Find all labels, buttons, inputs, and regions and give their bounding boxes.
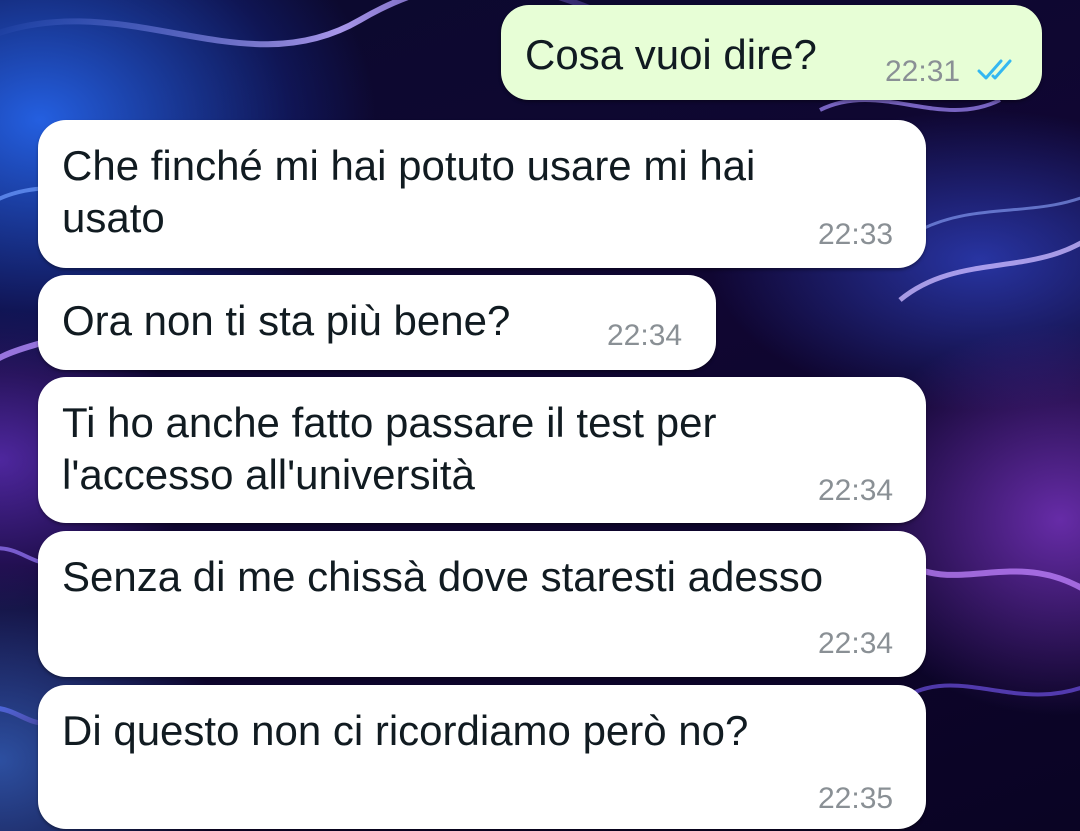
message-text: Cosa vuoi dire? [525,31,817,78]
message-bubble-incoming[interactable]: Che finché mi hai potuto usare mi hai us… [38,120,926,268]
message-timestamp: 22:35 [818,782,894,815]
message-timestamp: 22:34 [818,627,894,660]
message-bubble-outgoing[interactable]: Cosa vuoi dire? 22:31 [501,5,1042,100]
message-text: Di questo non ci ricordiamo però no? [62,707,749,754]
message-timestamp: 22:33 [818,218,894,251]
message-text: Ora non ti sta più bene? [62,297,511,344]
message-bubble-incoming[interactable]: Ti ho anche fatto passare il test per l'… [38,377,926,523]
message-bubble-incoming[interactable]: Senza di me chissà dove staresti adesso … [38,531,926,677]
message-timestamp: 22:31 [885,55,961,88]
message-text: Che finché mi hai potuto usare mi hai us… [62,142,756,241]
message-bubble-incoming[interactable]: Ora non ti sta più bene? 22:34 [38,275,716,370]
message-bubble-incoming[interactable]: Di questo non ci ricordiamo però no? 22:… [38,685,926,829]
message-text: Ti ho anche fatto passare il test per l'… [62,399,717,498]
double-check-read-icon [977,59,1012,80]
message-text: Senza di me chissà dove staresti adesso [62,553,824,600]
message-timestamp: 22:34 [818,474,894,507]
message-timestamp: 22:34 [607,319,683,352]
